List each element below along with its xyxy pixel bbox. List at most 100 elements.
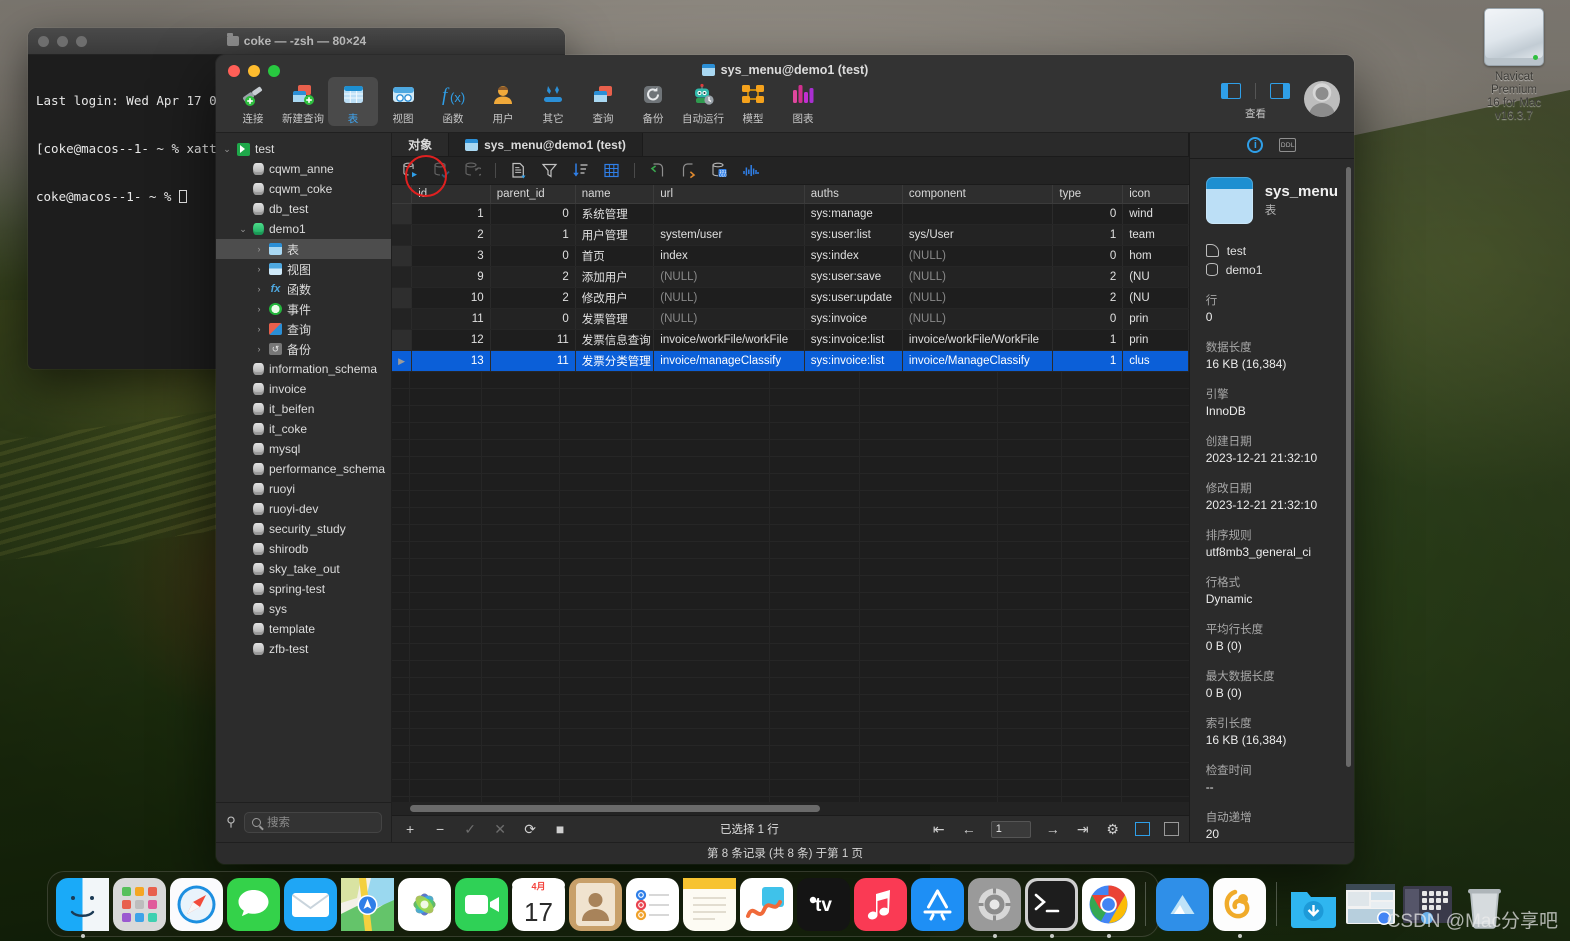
- confirm-button[interactable]: ✓: [462, 821, 478, 837]
- toolbar-button-table[interactable]: 表: [328, 77, 378, 126]
- column-header-auths[interactable]: auths: [804, 185, 903, 205]
- cell-url[interactable]: invoice/workFile/workFile: [653, 329, 805, 352]
- terminal-titlebar[interactable]: coke — -zsh — 80×24: [28, 28, 565, 55]
- cell-icon[interactable]: prin: [1122, 329, 1189, 352]
- tab-sys-menu[interactable]: sys_menu@demo1 (test): [449, 133, 643, 157]
- toolbar-button-function[interactable]: f (x) 函数: [428, 77, 478, 126]
- cell-parent_id[interactable]: 0: [490, 308, 576, 331]
- tree-item-spring-test[interactable]: spring-test: [216, 579, 391, 599]
- dock-item-terminal-icon[interactable]: [1025, 877, 1078, 938]
- tree-item-shirodb[interactable]: shirodb: [216, 539, 391, 559]
- cell-icon[interactable]: team: [1122, 224, 1189, 247]
- toolbar-button-other[interactable]: 其它: [528, 77, 578, 126]
- cell-type[interactable]: 2: [1052, 266, 1124, 289]
- database-tree[interactable]: test cqwm_anne cqwm_coke db_test demo1 表视图 fx 函…: [216, 133, 392, 802]
- row-marker[interactable]: [392, 203, 413, 226]
- last-page-button[interactable]: ⇥: [1075, 821, 1091, 837]
- data-grid[interactable]: id parent_id name url auths component type icon…: [392, 185, 1189, 803]
- dock-item-maps-icon[interactable]: [341, 877, 394, 931]
- cell-auths[interactable]: sys:invoice: [804, 308, 903, 331]
- cell-auths[interactable]: sys:index: [804, 245, 903, 268]
- tree-item-information_schema[interactable]: information_schema: [216, 359, 391, 379]
- column-header-component[interactable]: component: [902, 185, 1054, 205]
- row-marker[interactable]: ▶: [392, 350, 413, 373]
- row-marker[interactable]: [392, 329, 413, 352]
- cell-name[interactable]: 添加用户: [575, 266, 655, 289]
- tree-item-sys[interactable]: sys: [216, 599, 391, 619]
- cell-name[interactable]: 首页: [575, 245, 655, 268]
- cell-name[interactable]: 修改用户: [575, 287, 655, 310]
- refresh-button[interactable]: ⟳: [522, 821, 538, 837]
- info-panel-content[interactable]: sys_menu 表 test demo1 行 0 数据长度 16 KB (16,38…: [1190, 159, 1354, 842]
- tree-item-mysql[interactable]: mysql: [216, 439, 391, 459]
- cell-id[interactable]: 13: [411, 350, 491, 373]
- chevron-right-icon[interactable]: [254, 344, 264, 354]
- hex-view-icon[interactable]: 101 010: [711, 162, 728, 179]
- cell-icon[interactable]: prin: [1122, 308, 1189, 331]
- data-table[interactable]: id parent_id name url auths component type icon…: [392, 185, 1189, 373]
- cell-id[interactable]: 12: [411, 329, 491, 352]
- cell-parent_id[interactable]: 1: [490, 224, 576, 247]
- cell-parent_id[interactable]: 0: [490, 245, 576, 268]
- dock-item-downloads-folder-icon[interactable]: [1287, 878, 1340, 931]
- tree-item-事件[interactable]: 事件: [216, 299, 391, 319]
- chevron-right-icon[interactable]: [254, 244, 264, 254]
- dock-item-launchpad-icon[interactable]: [113, 877, 166, 931]
- cell-component[interactable]: (NULL): [902, 287, 1054, 310]
- cell-id[interactable]: 3: [411, 245, 491, 268]
- dock-item-app-store-icon[interactable]: [911, 877, 964, 931]
- toolbar-button-view[interactable]: 视图: [378, 77, 428, 126]
- cell-id[interactable]: 2: [411, 224, 491, 247]
- toolbar-button-user[interactable]: 用户: [478, 77, 528, 126]
- cell-type[interactable]: 1: [1052, 329, 1124, 352]
- tree-item-ruoyi-dev[interactable]: ruoyi-dev: [216, 499, 391, 519]
- dock-item-apple-tv-icon[interactable]: tv: [797, 877, 850, 931]
- first-page-button[interactable]: ⇤: [931, 821, 947, 837]
- tree-item-invoice[interactable]: invoice: [216, 379, 391, 399]
- tree-item-ruoyi[interactable]: ruoyi: [216, 479, 391, 499]
- cell-id[interactable]: 1: [411, 203, 491, 226]
- table-row[interactable]: 9 2 添加用户 (NULL) sys:user:save (NULL) 2 (NU: [392, 266, 1189, 289]
- add-row-button[interactable]: +: [402, 821, 418, 837]
- navicat-window[interactable]: sys_menu@demo1 (test) 连接 新建查询 表 视图 f (x)…: [216, 55, 1354, 864]
- grid-columns-icon[interactable]: [603, 162, 620, 179]
- cell-url[interactable]: index: [653, 245, 805, 268]
- cell-name[interactable]: 发票信息查询: [575, 329, 655, 352]
- chevron-down-icon[interactable]: [238, 224, 248, 235]
- table-row[interactable]: 10 2 修改用户 (NULL) sys:user:update (NULL) 2 (NU: [392, 287, 1189, 310]
- scrollbar-track[interactable]: [396, 805, 1185, 813]
- search-input[interactable]: 搜索: [244, 811, 383, 833]
- tree-item-db_test[interactable]: db_test: [216, 199, 391, 219]
- column-header-url[interactable]: url: [653, 185, 805, 205]
- cell-type[interactable]: 1: [1052, 224, 1124, 247]
- tree-item-视图[interactable]: 视图: [216, 259, 391, 279]
- tree-item-security_study[interactable]: security_study: [216, 519, 391, 539]
- column-header-name[interactable]: name: [575, 185, 655, 205]
- note-icon[interactable]: [510, 162, 527, 179]
- table-row[interactable]: 3 0 首页 index sys:index (NULL) 0 hom: [392, 245, 1189, 268]
- dock-item-safari-icon[interactable]: [170, 877, 223, 931]
- dock[interactable]: 4月 17 tv: [47, 871, 1501, 938]
- cell-parent_id[interactable]: 2: [490, 266, 576, 289]
- show-right-sidebar-icon[interactable]: [1270, 83, 1290, 99]
- cell-name[interactable]: 用户管理: [575, 224, 655, 247]
- cell-name[interactable]: 发票管理: [575, 308, 655, 331]
- cell-url[interactable]: (NULL): [653, 266, 805, 289]
- cell-auths[interactable]: sys:manage: [804, 203, 903, 226]
- dock-item-chrome-icon[interactable]: [1082, 877, 1135, 938]
- navicat-titlebar[interactable]: sys_menu@demo1 (test) 连接 新建查询 表 视图 f (x)…: [216, 55, 1354, 133]
- tree-item-it_coke[interactable]: it_coke: [216, 419, 391, 439]
- cell-icon[interactable]: wind: [1122, 203, 1189, 226]
- table-row[interactable]: 11 0 发票管理 (NULL) sys:invoice (NULL) 0 prin: [392, 308, 1189, 331]
- cell-component[interactable]: invoice/workFile/WorkFile: [902, 329, 1054, 352]
- cell-parent_id[interactable]: 2: [490, 287, 576, 310]
- dock-item-messages-icon[interactable]: [227, 877, 280, 931]
- cell-icon[interactable]: (NU: [1122, 266, 1189, 289]
- tree-item-cqwm_coke[interactable]: cqwm_coke: [216, 179, 391, 199]
- cell-id[interactable]: 10: [411, 287, 491, 310]
- show-left-sidebar-icon[interactable]: [1221, 83, 1241, 99]
- dock-item-reminders-icon[interactable]: [626, 877, 679, 931]
- tree-item-备份[interactable]: ↺ 备份: [216, 339, 391, 359]
- avatar[interactable]: [1304, 81, 1340, 117]
- info-panel-scrollbar[interactable]: [1346, 166, 1352, 767]
